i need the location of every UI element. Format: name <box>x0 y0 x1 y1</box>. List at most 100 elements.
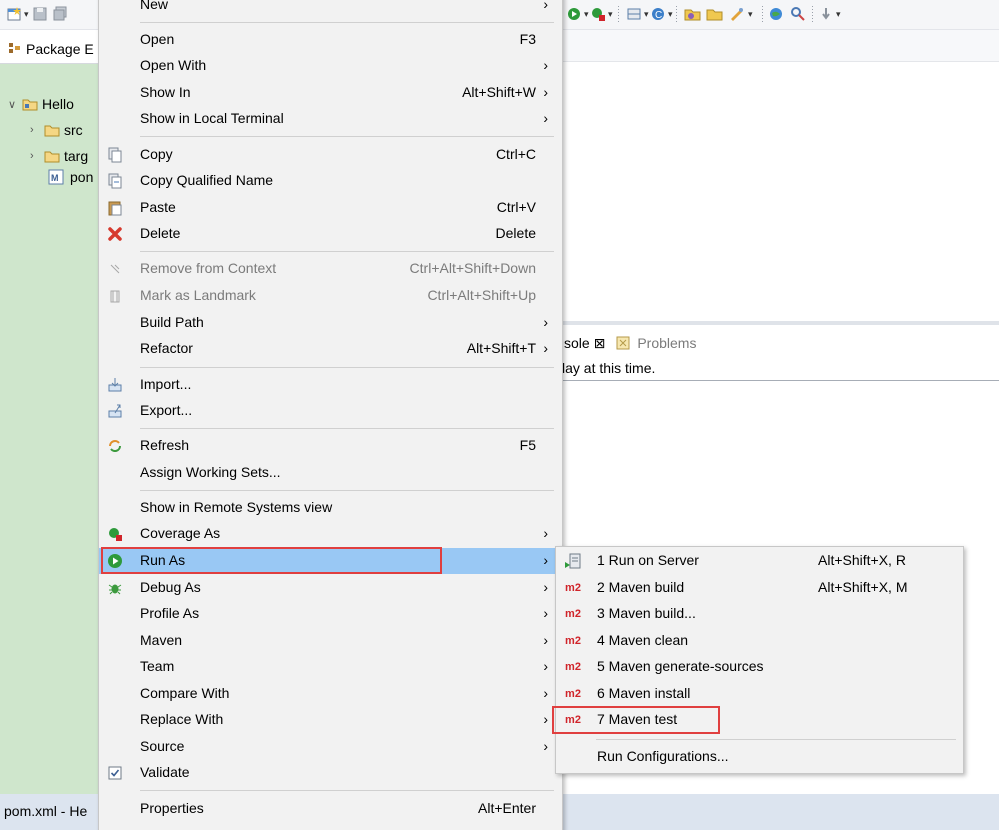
save-icon[interactable] <box>32 4 48 24</box>
submenu-item-maven-install[interactable]: m2 6 Maven install <box>556 681 961 707</box>
menu-item-compare-with[interactable]: Compare With › <box>99 681 560 707</box>
menu-item-show-in-local-terminal[interactable]: Show in Local Terminal › <box>99 106 560 132</box>
menu-item-import[interactable]: Import... <box>99 372 560 398</box>
chevron-right-icon[interactable]: › <box>30 124 44 136</box>
submenu-item-maven-build[interactable]: m2 2 Maven build Alt+Shift+X, M <box>556 575 961 601</box>
chevron-right-icon: › <box>543 605 548 621</box>
menu-item-debug-as[interactable]: Debug As › <box>99 575 560 601</box>
maven-icon: m2 <box>565 661 581 673</box>
copy-icon <box>105 145 125 165</box>
submenu-item-run-on-server[interactable]: 1 Run on Server Alt+Shift+X, R <box>556 548 961 574</box>
maven-icon: m2 <box>565 635 581 647</box>
open-type-icon[interactable] <box>706 4 724 24</box>
pin-icon[interactable]: ▾ <box>818 4 841 24</box>
run-icon[interactable]: ▾ <box>566 4 589 24</box>
open-folder-icon[interactable] <box>684 4 702 24</box>
menu-item-copy[interactable]: Copy Ctrl+C <box>99 142 560 168</box>
menu-item-new[interactable]: New › <box>99 0 560 18</box>
menu-item-label: New <box>140 0 169 12</box>
menu-item-mark-as-landmark[interactable]: Mark as Landmark Ctrl+Alt+Shift+Up <box>99 283 560 309</box>
menu-item-label: Team <box>140 658 175 674</box>
chevron-right-icon: › <box>543 685 548 701</box>
package-explorer-tab[interactable]: Package E <box>0 30 101 64</box>
globe-icon[interactable] <box>768 4 784 24</box>
project-icon <box>22 99 38 111</box>
paste-icon <box>105 198 125 218</box>
menu-item-label: Open With <box>140 57 207 73</box>
menu-item-refresh[interactable]: Refresh F5 <box>99 433 560 459</box>
menu-item-label: Debug As <box>140 579 201 595</box>
menu-item-refactor[interactable]: Refactor Alt+Shift+T › <box>99 336 560 362</box>
menu-item-label: Show In <box>140 84 191 100</box>
menu-item-maven[interactable]: Maven › <box>99 628 560 654</box>
remove-context-icon <box>105 259 125 279</box>
menu-item-validate[interactable]: Validate <box>99 760 560 786</box>
menu-item-label: Show in Local Terminal <box>140 110 284 126</box>
submenu-item-maven-build-dialog[interactable]: m2 3 Maven build... <box>556 601 961 627</box>
menu-item-build-path[interactable]: Build Path › <box>99 310 560 336</box>
tab-problems[interactable]: Problems <box>637 335 696 351</box>
debug-icon <box>105 578 125 598</box>
menu-item-open-with[interactable]: Open With › <box>99 53 560 79</box>
run-as-highlight-box <box>101 547 442 574</box>
menu-item-assign-working-sets[interactable]: Assign Working Sets... <box>99 460 560 486</box>
menu-item-label: Show in Remote Systems view <box>140 499 333 515</box>
editor-area-header <box>562 30 999 62</box>
menu-item-profile-as[interactable]: Profile As › <box>99 601 560 627</box>
submenu-item-label: 6 Maven install <box>597 685 691 701</box>
menu-item-delete[interactable]: Delete Delete <box>99 221 560 247</box>
folder-icon <box>44 151 60 163</box>
submenu-item-shortcut: Alt+Shift+X, R <box>818 552 906 568</box>
chevron-right-icon: › <box>543 658 548 674</box>
edit-icon[interactable]: ▾ <box>728 4 753 24</box>
tree-item-src[interactable]: › src <box>30 119 83 141</box>
tree-item-label: targ <box>64 148 89 164</box>
submenu-item-label: 2 Maven build <box>597 579 685 595</box>
menu-item-show-in[interactable]: Show In Alt+Shift+W › <box>99 80 560 106</box>
menu-item-source[interactable]: Source › <box>99 734 560 760</box>
menu-item-remove-from-context[interactable]: Remove from Context Ctrl+Alt+Shift+Down <box>99 256 560 282</box>
chevron-right-icon: › <box>543 84 548 100</box>
svg-text:C: C <box>655 10 662 21</box>
menu-item-shortcut: Ctrl+Alt+Shift+Down <box>409 260 536 276</box>
tree-item-target[interactable]: › targ <box>30 145 88 167</box>
save-all-icon[interactable] <box>52 4 68 24</box>
tree-item-label: src <box>64 122 83 138</box>
chevron-down-icon[interactable]: ∨ <box>8 98 22 111</box>
menu-item-label: Copy <box>140 146 173 162</box>
refresh-icon <box>105 436 125 456</box>
coverage-icon[interactable]: ▾ <box>590 4 613 24</box>
tree-item-pom[interactable]: M pon <box>48 166 93 188</box>
tab-console[interactable]: sole ⊠ <box>564 335 605 352</box>
submenu-item-label: 5 Maven generate-sources <box>597 658 764 674</box>
menu-item-export[interactable]: Export... <box>99 398 560 424</box>
menu-item-team[interactable]: Team › <box>99 654 560 680</box>
menu-item-label: Refresh <box>140 437 190 453</box>
menu-item-shortcut: Delete <box>495 225 536 241</box>
new-class-icon[interactable]: C ▾ <box>650 4 673 24</box>
server-icon <box>562 551 584 571</box>
export-icon <box>105 401 125 421</box>
new-wizard-icon[interactable]: ▾ <box>6 4 29 24</box>
menu-item-label: Compare With <box>140 685 230 701</box>
checkbox-icon <box>105 763 125 783</box>
menu-item-label: Assign Working Sets... <box>140 464 281 480</box>
menu-item-copy-qualified-name[interactable]: Copy Qualified Name <box>99 168 560 194</box>
menu-item-shortcut: Ctrl+V <box>496 199 536 215</box>
menu-item-show-in-remote-systems[interactable]: Show in Remote Systems view <box>99 495 560 521</box>
menu-item-replace-with[interactable]: Replace With › <box>99 707 560 733</box>
menu-item-label: Open <box>140 31 175 47</box>
submenu-item-maven-clean[interactable]: m2 4 Maven clean <box>556 628 961 654</box>
console-message: lay at this time. <box>562 360 656 376</box>
submenu-item-run-configurations[interactable]: Run Configurations... <box>556 744 961 770</box>
chevron-right-icon[interactable]: › <box>30 150 44 162</box>
submenu-item-maven-generate-sources[interactable]: m2 5 Maven generate-sources <box>556 654 961 680</box>
menu-item-properties[interactable]: Properties Alt+Enter <box>99 796 560 822</box>
menu-item-coverage-as[interactable]: Coverage As › <box>99 521 560 547</box>
search-icon[interactable] <box>790 4 806 24</box>
new-server-icon[interactable]: ▾ <box>626 4 649 24</box>
menu-item-open[interactable]: Open F3 <box>99 27 560 53</box>
menu-item-paste[interactable]: Paste Ctrl+V <box>99 195 560 221</box>
submenu-item-label: 4 Maven clean <box>597 632 689 648</box>
tree-item-hello[interactable]: ∨ Hello <box>8 93 74 115</box>
